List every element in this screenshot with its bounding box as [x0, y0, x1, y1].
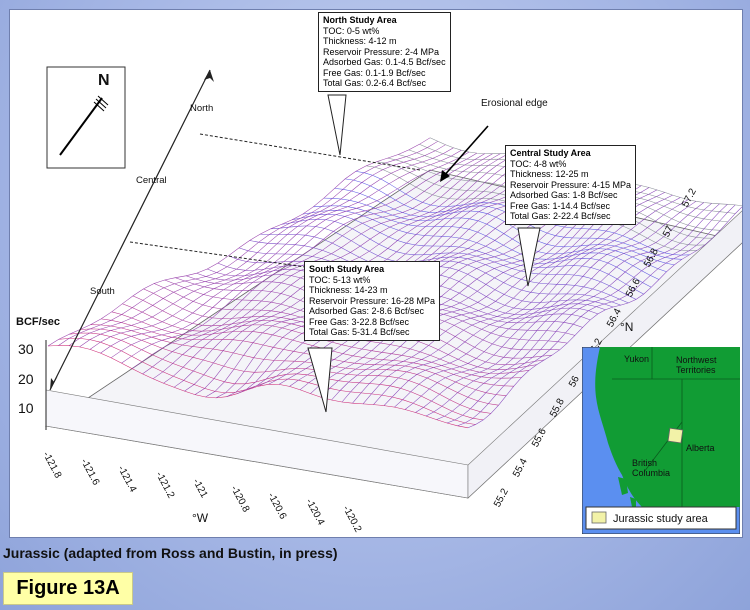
z-tick-10: 10 — [18, 400, 34, 416]
south-study-area-title: South Study Area — [309, 264, 385, 274]
zone-label-south: South — [90, 286, 115, 297]
central-total-gas: Total Gas: 2-22.4 Bcf/sec — [510, 211, 611, 221]
central-study-area-callout: Central Study Area TOC: 4-8 wt% Thicknes… — [505, 145, 637, 225]
north-pressure: Reservoir Pressure: 2-4 MPa — [323, 46, 440, 57]
south-adsorbed-gas: Adsorbed Gas: 2-8.6 Bcf/sec — [309, 306, 425, 316]
south-thickness: Thickness: 14-23 m — [309, 285, 388, 295]
x-axis-unit: °W — [192, 511, 209, 525]
inset-legend-swatch — [591, 511, 607, 524]
north-thickness: Thickness: 4-12 m — [323, 36, 397, 46]
central-toc: TOC: 4-8 wt% — [510, 158, 567, 169]
inset-label-nwt: Northwest Territories — [676, 355, 717, 375]
north-total-gas: Total Gas: 0.2-6.4 Bcf/sec — [323, 78, 427, 88]
zone-label-central: Central — [136, 175, 167, 186]
inset-label-alberta: Alberta — [686, 443, 715, 453]
y-axis-unit: °N — [620, 320, 634, 334]
north-adsorbed-gas: Adsorbed Gas: 0.1-4.5 Bcf/sec — [323, 57, 446, 67]
z-axis-unit: BCF/sec — [16, 316, 61, 328]
divider-north-central — [199, 133, 421, 171]
north-callout-pointer — [327, 94, 347, 156]
z-tick-20: 20 — [18, 371, 34, 387]
central-study-area-title: Central Study Area — [510, 148, 591, 158]
north-toc: TOC: 0-5 wt% — [323, 25, 380, 36]
south-study-area-callout: South Study Area TOC: 5-13 wt% Thickness… — [304, 261, 441, 341]
inset-map — [582, 347, 740, 534]
compass-box — [46, 66, 126, 169]
central-free-gas: Free Gas: 1-14.4 Bcf/sec — [510, 200, 611, 211]
z-tick-30: 30 — [18, 341, 34, 357]
inset-legend-label: Jurassic study area — [613, 513, 708, 525]
north-free-gas: Free Gas: 0.1-1.9 Bcf/sec — [323, 67, 426, 78]
compass-label: N — [98, 72, 110, 89]
zone-label-north: North — [190, 103, 214, 114]
south-pressure: Reservoir Pressure: 16-28 MPa — [309, 295, 436, 306]
north-study-area-callout: North Study Area TOC: 0-5 wt% Thickness:… — [318, 12, 451, 92]
south-toc: TOC: 5-13 wt% — [309, 274, 371, 285]
central-adsorbed-gas: Adsorbed Gas: 1-8 Bcf/sec — [510, 190, 618, 200]
inset-study-area-marker — [667, 427, 684, 444]
erosional-edge-label: Erosional edge — [481, 98, 548, 109]
south-total-gas: Total Gas: 5-31.4 Bcf/sec — [309, 327, 410, 337]
figure-caption: Jurassic (adapted from Ross and Bustin, … — [3, 545, 338, 561]
inset-label-bc: British Columbia — [632, 458, 671, 478]
central-pressure: Reservoir Pressure: 4-15 MPa — [510, 179, 632, 190]
figure-panel: N North Central South BCF/sec 30 20 10 -… — [9, 9, 743, 538]
south-free-gas: Free Gas: 3-22.8 Bcf/sec — [309, 316, 410, 327]
zone-arrow-head-bottom — [50, 376, 58, 390]
north-study-area-title: North Study Area — [323, 15, 397, 25]
figure-number-label: Figure 13A — [3, 572, 133, 605]
inset-label-yukon: Yukon — [624, 354, 650, 364]
central-thickness: Thickness: 12-25 m — [510, 169, 589, 179]
